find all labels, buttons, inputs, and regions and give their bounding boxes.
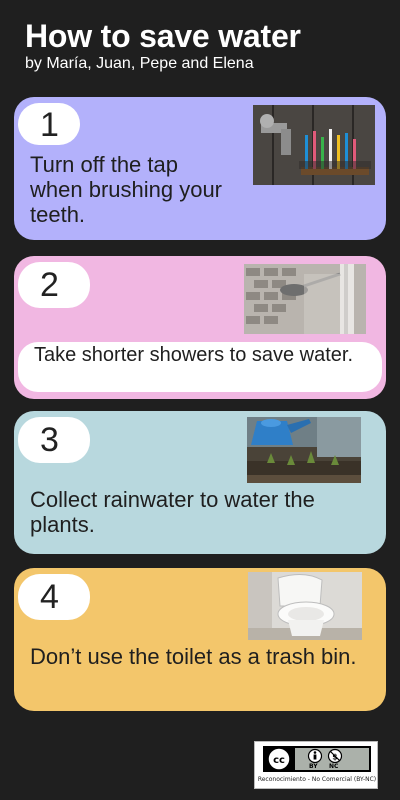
- watering-can-photo: [247, 417, 361, 483]
- cc-by-label: BY: [309, 763, 318, 770]
- tip-card-2: 2 Take shorter showers to save water.: [14, 256, 386, 399]
- page-subtitle: by María, Juan, Pepe and Elena: [25, 55, 254, 72]
- tip-text-3: Collect rainwater to water the plants.: [30, 487, 315, 537]
- header: How to save water by María, Juan, Pepe a…: [25, 18, 385, 74]
- tip-text-2: Take shorter showers to save water.: [34, 344, 354, 366]
- cc-nc-label: NC: [329, 763, 339, 770]
- toilet-photo: [248, 572, 362, 640]
- toothbrushes-tap-photo: [253, 105, 375, 185]
- tip-card-4: 4 Don’t use the toilet as a trash bin.: [14, 568, 386, 711]
- page-title: How to save water: [25, 18, 301, 54]
- tip-number-4: 4: [18, 574, 90, 620]
- tip-text-4: Don’t use the toilet as a trash bin.: [30, 644, 357, 669]
- license-caption: Reconocimiento - No Comercial (BY-NC): [257, 776, 377, 783]
- svg-text:cc: cc: [273, 755, 285, 766]
- tip-card-1: 1 Turn off the tap when brushing your te…: [14, 97, 386, 240]
- tip-text-1: Turn off the tap when brushing your teet…: [30, 152, 223, 227]
- tip-number-1: 1: [18, 103, 80, 145]
- shower-head-photo: [244, 264, 366, 334]
- tip-card-3: 3 Collect rainwater to water the plants.: [14, 411, 386, 554]
- tip-number-3: 3: [18, 417, 90, 463]
- cc-license-badge: cc $ BY NC Reconocimiento - No Comercial…: [254, 741, 378, 789]
- tip-number-2: 2: [18, 262, 90, 308]
